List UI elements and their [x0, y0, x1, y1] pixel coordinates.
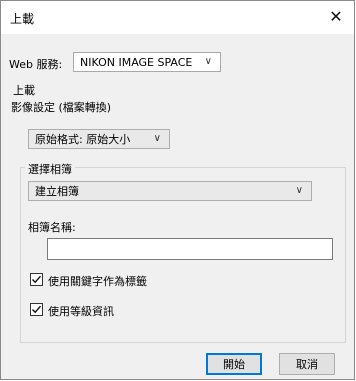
- web-service-select[interactable]: NIKON IMAGE SPACE ∨: [73, 52, 221, 72]
- image-settings-label: 影像設定 (檔案轉換): [11, 101, 112, 114]
- upload-group-label: 上載: [13, 84, 35, 97]
- checkmark-icon: [32, 275, 42, 284]
- chevron-down-icon: ∨: [204, 56, 212, 67]
- close-button[interactable]: ✕: [318, 1, 354, 31]
- chevron-down-icon: ∨: [295, 185, 303, 196]
- album-select[interactable]: 建立相簿 ∨: [28, 181, 312, 201]
- web-service-label: Web 服務:: [9, 58, 63, 71]
- dialog-title: 上載: [10, 12, 35, 26]
- use-keywords-checkbox[interactable]: [30, 273, 43, 286]
- upload-group: [10, 86, 11, 356]
- use-keywords-label: 使用關鍵字作為標籤: [48, 275, 147, 288]
- album-select-value: 建立相簿: [35, 185, 79, 198]
- image-settings-select[interactable]: 原始格式: 原始大小 ∨: [28, 129, 170, 149]
- album-name-label: 相簿名稱:: [28, 221, 76, 234]
- cancel-button[interactable]: 取消: [279, 353, 335, 375]
- chevron-down-icon: ∨: [153, 133, 161, 144]
- album-name-input[interactable]: [47, 238, 333, 260]
- album-group-label: 選擇相簿: [25, 161, 75, 177]
- checkmark-icon: [32, 305, 42, 314]
- title-bar: 上載 ✕: [1, 1, 354, 34]
- image-settings-value: 原始格式: 原始大小: [35, 133, 131, 146]
- use-rating-checkbox[interactable]: [30, 303, 43, 316]
- upload-dialog: 上載 ✕ Web 服務: NIKON IMAGE SPACE ∨ 上載 影像設定…: [0, 0, 355, 380]
- use-rating-label: 使用等級資訊: [48, 305, 114, 318]
- web-service-value: NIKON IMAGE SPACE: [80, 55, 193, 69]
- close-icon: ✕: [329, 6, 343, 26]
- start-button[interactable]: 開始: [206, 353, 262, 375]
